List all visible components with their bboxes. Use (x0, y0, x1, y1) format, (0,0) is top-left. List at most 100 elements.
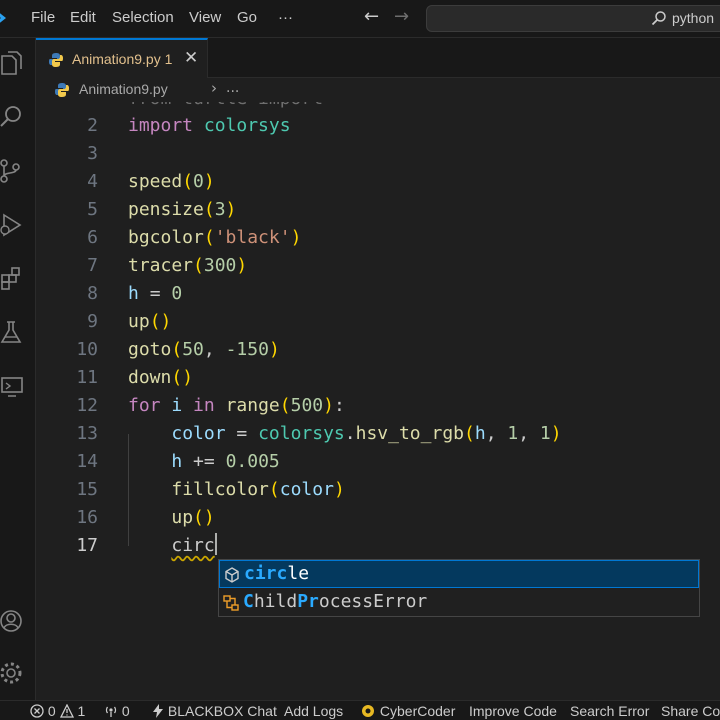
warning-count: 1 (77, 703, 86, 719)
source-control-icon[interactable] (0, 158, 26, 184)
menu-selection[interactable]: Selection (112, 9, 174, 26)
broadcast-icon (105, 706, 117, 717)
code-text: h = 0 (128, 283, 183, 304)
method-cube-icon (225, 567, 239, 583)
line-number: 10 (76, 339, 98, 360)
code-line: 6 bgcolor('black') (36, 224, 720, 252)
line-number: 2 (87, 115, 98, 136)
tab-animation9[interactable]: Animation9.py 1 ✕ (36, 38, 208, 79)
cybercoder-label: CyberCoder (379, 703, 456, 719)
vscode-logo-icon[interactable] (0, 8, 10, 28)
error-count: 0 (47, 703, 56, 719)
code-text: import colorsys (128, 115, 291, 136)
activity-bar (0, 38, 36, 700)
code-line: 11 down() (36, 364, 720, 392)
code-line: 5 pensize(3) (36, 196, 720, 224)
status-bar: 0 1 0 BLACKBOX Chat Add Logs CyberCoder … (0, 700, 720, 720)
add-logs[interactable]: Add Logs (284, 702, 343, 720)
improve-code[interactable]: Improve Code (469, 702, 557, 720)
bolt-icon (153, 704, 163, 718)
code-line: 12 for i in range(500): (36, 392, 720, 420)
suggestion-childprocesserror[interactable]: ChildProcessError (219, 589, 699, 617)
command-center-text: python (672, 10, 715, 26)
blackbox-chat[interactable]: BLACKBOX Chat (152, 702, 277, 720)
line-number: 6 (87, 227, 98, 248)
code-text: speed(0) (128, 171, 215, 192)
back-arrow-icon[interactable]: ← (364, 6, 379, 27)
suggestion-circle[interactable]: circle (219, 560, 699, 588)
line-number: 13 (76, 423, 98, 444)
cybercoder-icon (362, 705, 374, 717)
testing-icon[interactable] (0, 320, 26, 346)
suggestion-label: ChildProcessError (243, 591, 428, 612)
breadcrumb-more[interactable]: ... (226, 80, 239, 96)
python-file-icon (55, 83, 69, 97)
share-code[interactable]: Share Cod (661, 702, 720, 720)
warning-icon (59, 704, 74, 718)
line-number: 14 (76, 451, 98, 472)
account-icon[interactable] (0, 608, 26, 634)
command-center-search[interactable]: python (426, 5, 720, 32)
code-text: up() (171, 507, 215, 528)
search-error[interactable]: Search Error (570, 702, 649, 720)
search-icon[interactable] (0, 104, 26, 130)
menu-more[interactable]: ··· (278, 9, 293, 26)
tab-bar: Animation9.py 1 ✕ (36, 38, 720, 79)
tab-label: Animation9.py 1 (72, 51, 173, 67)
code-line: 9 up() (36, 308, 720, 336)
code-text: goto(50, -150) (128, 339, 280, 360)
menu-view[interactable]: View (189, 9, 221, 26)
line-number: 17 (76, 535, 98, 556)
code-line: 16 up() (36, 504, 720, 532)
forward-arrow-icon[interactable]: → (394, 6, 409, 27)
line-number: 8 (87, 283, 98, 304)
search-icon (651, 11, 666, 26)
python-file-icon (49, 53, 63, 67)
ports-indicator[interactable]: 0 (104, 702, 130, 720)
code-text: up() (128, 311, 172, 332)
menu-go[interactable]: Go (237, 9, 257, 26)
code-text: h += 0.005 (171, 451, 280, 472)
menu-edit[interactable]: Edit (70, 9, 96, 26)
problems-indicator[interactable]: 0 1 (30, 702, 85, 720)
breadcrumb-separator: › (211, 79, 217, 97)
text-cursor (214, 533, 217, 555)
cybercoder[interactable]: CyberCoder (360, 702, 455, 720)
code-text: pensize(3) (128, 199, 237, 220)
code-text: color = colorsys.hsv_to_rgb(h, 1, 1) (171, 423, 562, 444)
ports-count: 0 (121, 703, 130, 719)
code-line: 2 import colorsys (36, 112, 720, 140)
menu-file[interactable]: File (31, 9, 55, 26)
line-number: 5 (87, 199, 98, 220)
blackbox-chat-label: BLACKBOX Chat (167, 703, 277, 719)
line-number: 9 (87, 311, 98, 332)
line-number: 11 (76, 367, 98, 388)
close-icon[interactable]: ✕ (184, 48, 198, 68)
line-number: 7 (87, 255, 98, 276)
settings-gear-icon[interactable] (0, 660, 26, 686)
breadcrumb-file[interactable]: Animation9.py (79, 81, 168, 97)
code-text: fillcolor(color) (171, 479, 345, 500)
code-line: 14 h += 0.005 (36, 448, 720, 476)
code-line: 4 speed(0) (36, 168, 720, 196)
code-line: 3 (36, 140, 720, 168)
remote-explorer-icon[interactable] (0, 374, 26, 400)
title-bar: File Edit Selection View Go ··· ← → pyth… (0, 0, 720, 38)
line-number: 12 (76, 395, 98, 416)
code-text: bgcolor('black') (128, 227, 302, 248)
code-text: down() (128, 367, 194, 388)
line-number: 4 (87, 171, 98, 192)
code-line-current: 17 circ (36, 532, 720, 560)
typed-text: circ (171, 535, 215, 556)
explorer-icon[interactable] (0, 50, 26, 76)
run-debug-icon[interactable] (0, 212, 26, 238)
extensions-icon[interactable] (0, 266, 26, 292)
suggestion-label: circle (244, 563, 310, 584)
code-line: 7 tracer(300) (36, 252, 720, 280)
error-icon (30, 704, 44, 718)
line-number: 15 (76, 479, 98, 500)
line-number: 3 (87, 143, 98, 164)
code-line: 10 goto(50, -150) (36, 336, 720, 364)
code-line: 15 fillcolor(color) (36, 476, 720, 504)
code-text: for i in range(500): (128, 395, 345, 416)
